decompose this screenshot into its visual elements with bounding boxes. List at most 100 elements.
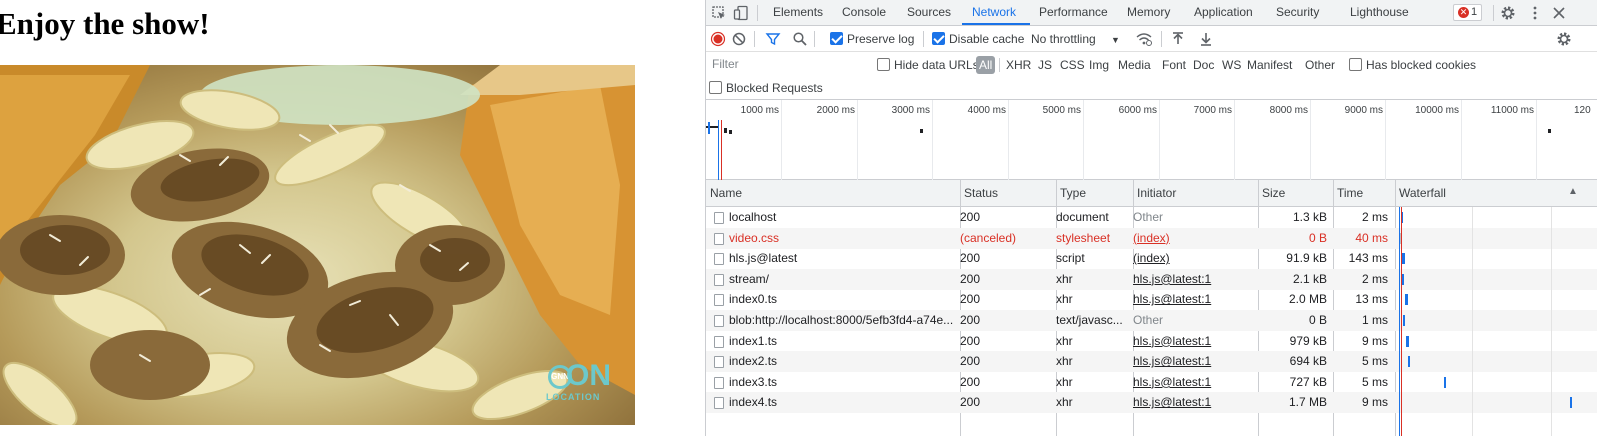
type-filter-media[interactable]: Media (1118, 56, 1151, 74)
request-name: index3.ts (729, 374, 778, 389)
record-icon[interactable] (708, 29, 728, 49)
column-header-type[interactable]: Type (1056, 180, 1133, 207)
request-time: 13 ms (1355, 292, 1388, 307)
request-initiator[interactable]: (index) (1133, 248, 1253, 269)
file-icon (714, 212, 724, 224)
search-icon[interactable] (790, 29, 810, 49)
more-icon[interactable] (1525, 3, 1545, 23)
device-toggle-icon[interactable] (731, 3, 751, 23)
tab-performance[interactable]: Performance (1039, 0, 1108, 26)
network-conditions-icon[interactable] (1134, 29, 1154, 49)
preserve-log-checkbox[interactable] (830, 32, 843, 45)
request-row[interactable]: video.css (canceled) stylesheet (index) 0 B 4… (706, 227, 1597, 249)
request-initiator[interactable]: hls.js@latest:1 (1133, 392, 1253, 413)
filter-icon[interactable] (763, 29, 783, 49)
hide-data-urls-label: Hide data URLs (894, 58, 979, 72)
sort-up-icon[interactable]: ▲ (1568, 186, 1578, 197)
blocked-requests-bar: Blocked Requests (706, 76, 1597, 100)
type-filter-css[interactable]: CSS (1060, 56, 1085, 74)
request-name: index0.ts (729, 292, 778, 307)
filter-input[interactable] (706, 55, 871, 73)
close-icon[interactable] (1549, 3, 1569, 23)
overview-label: 8000 ms (1269, 105, 1308, 116)
request-initiator[interactable]: hls.js@latest:1 (1133, 351, 1253, 372)
request-initiator[interactable]: hls.js@latest:1 (1133, 289, 1253, 310)
filter-bar: Hide data URLs All XHR JS CSS Img Media … (706, 52, 1597, 76)
request-row[interactable]: index0.ts 200 xhr hls.js@latest:1 2.0 MB 13 m… (706, 289, 1597, 310)
request-name: localhost (729, 210, 777, 224)
blocked-requests-label: Blocked Requests (726, 81, 823, 95)
chevron-down-icon: ▼ (1111, 35, 1120, 45)
request-row[interactable]: index1.ts 200 xhr hls.js@latest:1 979 kB 9 ms (706, 331, 1597, 352)
export-har-icon[interactable] (1196, 29, 1216, 49)
type-filter-img[interactable]: Img (1089, 56, 1109, 74)
request-time: 1 ms (1361, 313, 1388, 327)
overview-label: 7000 ms (1193, 105, 1232, 116)
type-filter-font[interactable]: Font (1162, 56, 1186, 74)
waterfall-bar (1402, 273, 1404, 285)
overview-label: 4000 ms (967, 105, 1006, 116)
column-header-initiator[interactable]: Initiator (1133, 180, 1258, 207)
request-initiator[interactable]: hls.js@latest:1 (1133, 331, 1253, 352)
tab-application[interactable]: Application (1194, 0, 1253, 26)
request-row[interactable]: hls.js@latest 200 script (index) 91.9 kB 143 … (706, 248, 1597, 269)
hide-data-urls-checkbox[interactable] (877, 58, 890, 71)
has-blocked-cookies-checkbox[interactable] (1349, 58, 1362, 71)
channel-logo: GNN ON LOCATION (546, 359, 611, 409)
tab-elements[interactable]: Elements (773, 0, 823, 26)
type-filter-other[interactable]: Other (1305, 56, 1335, 74)
overview-bar (708, 122, 710, 134)
type-filter-xhr[interactable]: XHR (1006, 56, 1031, 74)
request-row[interactable]: localhost 200 document Other 1.3 kB 2 ms (706, 207, 1597, 228)
channel-logo-text: ON (566, 359, 611, 392)
column-header-time[interactable]: Time (1333, 180, 1395, 207)
waterfall-bar (1570, 397, 1572, 409)
tab-lighthouse[interactable]: Lighthouse (1350, 0, 1409, 26)
file-icon (714, 273, 724, 286)
column-header-waterfall[interactable]: Waterfall (1395, 180, 1575, 207)
request-size: 91.9 kB (1286, 251, 1327, 266)
file-icon (714, 232, 724, 245)
error-count-badge[interactable]: ✕ 1 (1453, 4, 1483, 21)
throttling-select[interactable]: No throttling ▼ (1031, 32, 1120, 47)
type-filter-doc[interactable]: Doc (1193, 56, 1214, 74)
request-size: 0 B (1308, 313, 1327, 327)
column-header-status[interactable]: Status (960, 180, 1056, 207)
video-player[interactable]: GNN ON LOCATION (0, 65, 635, 425)
overview-load-marker (721, 120, 722, 180)
request-row[interactable]: stream/200 xhr hls.js@latest:1 2.1 kB 2 ms (706, 268, 1597, 290)
type-filter-manifest[interactable]: Manifest (1247, 56, 1292, 74)
inspect-icon[interactable] (709, 3, 729, 23)
tab-memory[interactable]: Memory (1127, 0, 1170, 26)
disable-cache-checkbox[interactable] (932, 32, 945, 45)
column-header-name[interactable]: Name (706, 180, 960, 207)
clear-icon[interactable] (729, 29, 749, 49)
overview-bar (729, 130, 732, 134)
type-filter-all[interactable]: All (976, 56, 996, 74)
request-row[interactable]: blob:http://localhost:8000/5efb3fd4-a74e… (706, 310, 1597, 331)
request-row[interactable]: index2.ts 200 xhr hls.js@latest:1 694 kB 5 ms (706, 351, 1597, 373)
request-initiator[interactable]: hls.js@latest:1 (1133, 372, 1253, 393)
page-heading: Enjoy the show! (0, 6, 210, 41)
request-status: 200 (960, 333, 981, 348)
request-name: video.css (729, 230, 780, 245)
network-settings-icon[interactable] (1554, 29, 1574, 49)
request-row[interactable]: index3.ts 200 xhr hls.js@latest:1 727 kB 5 ms (706, 372, 1597, 393)
request-initiator[interactable]: hls.js@latest:1 (1133, 269, 1253, 290)
type-filter-js[interactable]: JS (1038, 56, 1052, 74)
request-initiator[interactable]: (index) (1133, 228, 1253, 249)
settings-icon[interactable] (1498, 3, 1518, 23)
request-status: 200 (960, 374, 981, 389)
import-har-icon[interactable] (1168, 29, 1188, 49)
network-overview[interactable]: 1000 ms 2000 ms 3000 ms 4000 ms 5000 ms … (706, 100, 1597, 180)
blocked-requests-checkbox[interactable] (709, 81, 722, 94)
request-time: 2 ms (1361, 271, 1388, 286)
tab-console[interactable]: Console (842, 0, 886, 26)
column-header-size[interactable]: Size (1258, 180, 1333, 207)
waterfall-bar (1403, 315, 1405, 326)
type-filter-ws[interactable]: WS (1222, 56, 1241, 74)
tab-security[interactable]: Security (1276, 0, 1319, 26)
request-row[interactable]: index4.ts 200 xhr hls.js@latest:1 1.7 MB 9 ms (706, 392, 1597, 414)
request-name: index4.ts (729, 395, 778, 410)
tab-sources[interactable]: Sources (907, 0, 951, 26)
